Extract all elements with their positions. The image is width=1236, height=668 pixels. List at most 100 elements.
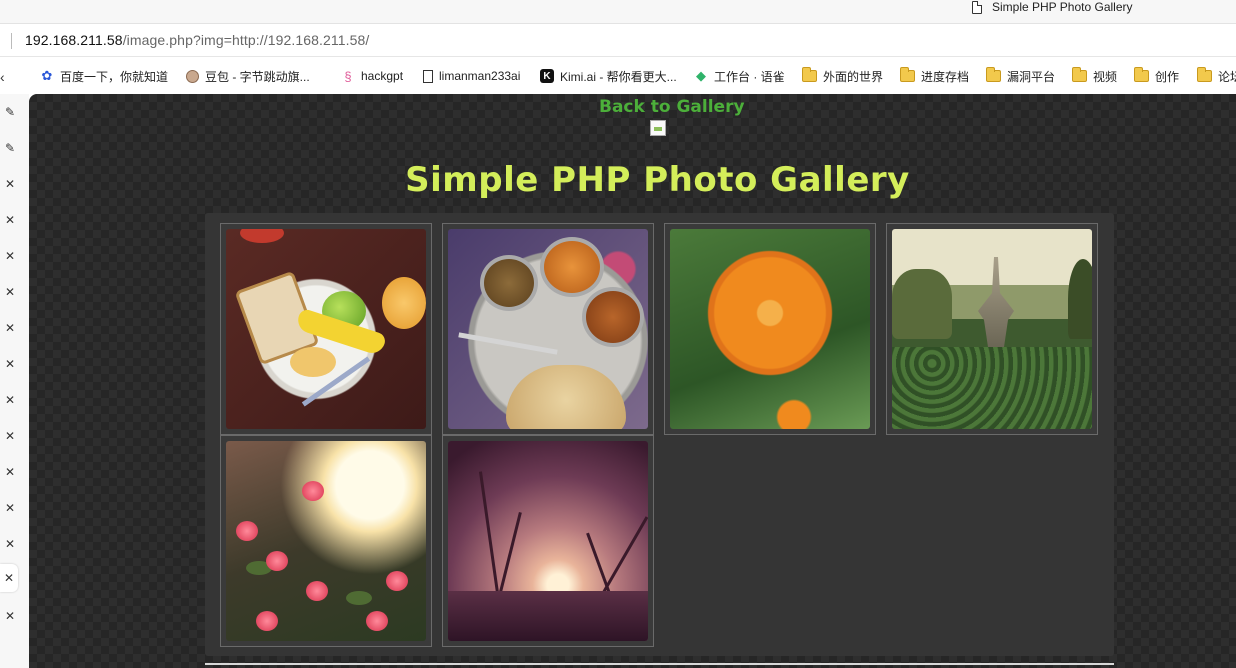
- doubao-avatar-icon: [186, 69, 199, 83]
- close-icon[interactable]: ✕: [0, 564, 18, 592]
- photo-detail: [1068, 259, 1092, 339]
- bookmark-label: Kimi.ai - 帮你看更大...: [560, 69, 677, 84]
- url-path: /image.php?img=http://192.168.211.58/: [122, 32, 370, 48]
- yuque-bird-icon: ◆: [696, 68, 706, 83]
- photo-breakfast-plate: [226, 229, 426, 429]
- photo-detail: [978, 257, 1014, 347]
- bookmark-folder-vuln[interactable]: 漏洞平台: [986, 67, 1055, 85]
- bookmark-limanman[interactable]: limanman233ai: [423, 67, 520, 85]
- close-icon[interactable]: ✕: [0, 606, 20, 626]
- tab-title: Simple PHP Photo Gallery: [992, 0, 1133, 14]
- photo-detail: [497, 511, 522, 601]
- bookmark-label: limanman233ai: [439, 69, 521, 83]
- close-icon[interactable]: ✕: [0, 426, 20, 446]
- close-icon[interactable]: ✕: [0, 354, 20, 374]
- back-to-gallery-link[interactable]: Back to Gallery: [599, 97, 745, 117]
- gallery-thumb-sunset[interactable]: [442, 435, 654, 647]
- bookmark-yuque[interactable]: ◆ 工作台 · 语雀: [694, 67, 785, 85]
- bookmark-baidu[interactable]: ✿ 百度一下，你就知道: [40, 67, 168, 85]
- photo-detail: [892, 347, 1092, 429]
- bookmark-kimi[interactable]: K Kimi.ai - 帮你看更大...: [540, 67, 677, 85]
- side-panel: ✎ ✎ ✕ ✕ ✕ ✕ ✕ ✕ ✕ ✕ ✕ ✕ ✕ ✕ ✕: [0, 94, 29, 668]
- bookmark-label: 百度一下，你就知道: [60, 69, 169, 84]
- bookmark-folder-create[interactable]: 创作: [1134, 67, 1179, 85]
- close-icon[interactable]: ✕: [0, 246, 20, 266]
- bookmark-doubao[interactable]: 豆包 - 字节跳动旗...: [186, 67, 310, 85]
- gallery-thumb-thali[interactable]: [442, 223, 654, 435]
- document-icon: [972, 0, 982, 14]
- close-icon[interactable]: ✕: [0, 210, 20, 230]
- photo-detail: [892, 269, 952, 339]
- photo-detail: [346, 591, 372, 605]
- baidu-paw-icon: ✿: [41, 68, 53, 83]
- photo-garden-fountain: [892, 229, 1092, 429]
- photo-sunset-silhouette: [448, 441, 648, 641]
- photo-thali-meal: [448, 229, 648, 429]
- close-icon[interactable]: ✕: [0, 534, 20, 554]
- close-icon[interactable]: ✕: [0, 390, 20, 410]
- folder-icon: [1072, 67, 1087, 82]
- bookmark-label: 进度存档: [921, 69, 970, 84]
- close-icon[interactable]: ✕: [0, 318, 20, 338]
- footer-divider: [205, 663, 1114, 665]
- gallery-thumb-fountain[interactable]: [886, 223, 1098, 435]
- photo-detail: [366, 611, 388, 631]
- gallery-thumb-roses[interactable]: [220, 435, 432, 647]
- photo-detail: [478, 471, 501, 601]
- bookmark-folder-world[interactable]: 外面的世界: [802, 67, 883, 85]
- close-icon[interactable]: ✕: [0, 498, 20, 518]
- photo-detail: [582, 287, 644, 347]
- seahorse-icon: §: [344, 68, 352, 84]
- gallery-thumb-breakfast[interactable]: [220, 223, 432, 435]
- bookmarks-bar: ‹ ✿ 百度一下，你就知道 豆包 - 字节跳动旗... § hackgpt li…: [0, 57, 1236, 94]
- folder-icon: [986, 67, 1001, 82]
- photo-detail: [586, 532, 613, 600]
- photo-detail: [236, 521, 258, 541]
- photo-detail: [480, 255, 538, 311]
- url-field[interactable]: 192.168.211.58/image.php?img=http://192.…: [25, 32, 369, 48]
- photo-detail: [290, 347, 336, 377]
- page-viewport: Back to Gallery Simple PHP Photo Gallery: [29, 94, 1236, 668]
- photo-orange-flower: [670, 229, 870, 429]
- url-host: 192.168.211.58: [25, 32, 123, 48]
- bookmark-label: 工作台 · 语雀: [714, 69, 785, 84]
- bookmark-hackgpt[interactable]: § hackgpt: [341, 67, 403, 85]
- photo-roses-sunset: [226, 441, 426, 641]
- bookmark-folder-forum[interactable]: 论坛: [1197, 67, 1236, 85]
- close-icon[interactable]: ✕: [0, 174, 20, 194]
- folder-icon: [802, 67, 817, 82]
- active-tab[interactable]: Simple PHP Photo Gallery: [972, 0, 1133, 14]
- bookmark-label: 论坛: [1218, 69, 1236, 84]
- photo-detail: [382, 277, 426, 329]
- address-bar[interactable]: 192.168.211.58/image.php?img=http://192.…: [0, 25, 1236, 57]
- bookmark-label: 创作: [1155, 69, 1180, 84]
- folder-icon: [900, 67, 915, 82]
- bookmark-folder-progress[interactable]: 进度存档: [900, 67, 969, 85]
- close-icon[interactable]: ✕: [0, 462, 20, 482]
- photo-gallery: [205, 213, 1114, 656]
- page-title: Simple PHP Photo Gallery: [405, 160, 910, 200]
- photo-detail: [302, 481, 324, 501]
- photo-detail: [266, 551, 288, 571]
- bookmark-label: 豆包 - 字节跳动旗...: [205, 69, 310, 84]
- photo-detail: [240, 229, 284, 243]
- pencil-icon[interactable]: ✎: [0, 138, 20, 158]
- bookmark-label: 外面的世界: [823, 69, 884, 84]
- photo-detail: [540, 237, 604, 297]
- photo-detail: [306, 581, 328, 601]
- pencil-icon[interactable]: ✎: [0, 102, 20, 122]
- chevron-left-icon[interactable]: ‹: [0, 69, 5, 85]
- photo-detail: [386, 571, 408, 591]
- folder-icon: [1134, 67, 1149, 82]
- folder-icon: [1197, 67, 1212, 82]
- address-divider: [11, 33, 12, 49]
- gallery-thumb-flower[interactable]: [664, 223, 876, 435]
- document-icon: [423, 69, 433, 83]
- bookmark-folder-video[interactable]: 视频: [1072, 67, 1117, 85]
- tab-strip: Simple PHP Photo Gallery: [0, 0, 1236, 24]
- bookmark-label: 漏洞平台: [1007, 69, 1056, 84]
- broken-image-icon: [650, 120, 666, 136]
- kimi-icon: K: [540, 69, 554, 83]
- close-icon[interactable]: ✕: [0, 282, 20, 302]
- bookmark-label: hackgpt: [361, 69, 404, 83]
